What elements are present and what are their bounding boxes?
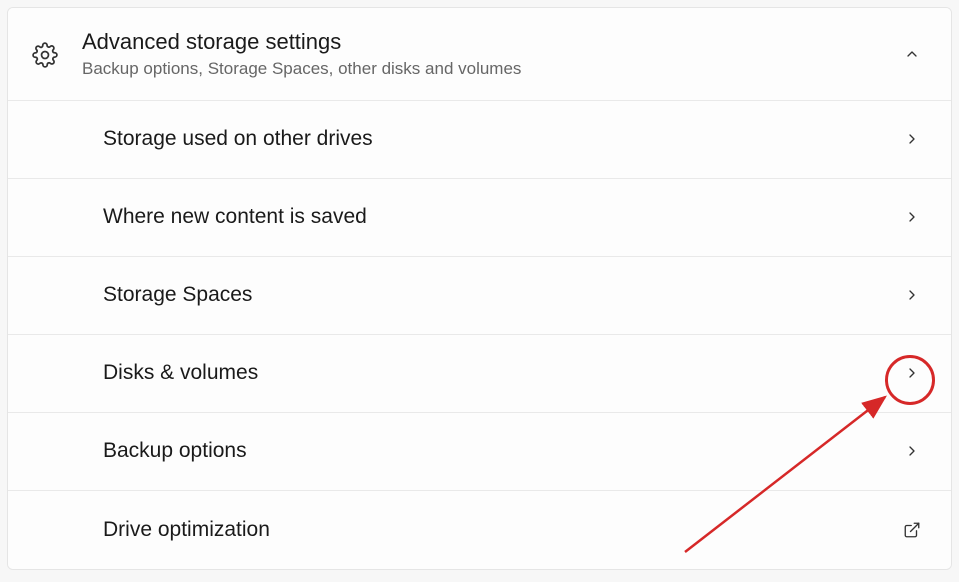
gear-icon <box>32 40 82 68</box>
advanced-storage-header[interactable]: Advanced storage settings Backup options… <box>8 8 951 101</box>
chevron-right-icon <box>897 287 927 303</box>
chevron-up-icon <box>897 46 927 62</box>
item-label: Disks & volumes <box>103 361 897 385</box>
chevron-right-icon <box>897 209 927 225</box>
chevron-right-icon <box>897 365 927 381</box>
item-drive-optimization[interactable]: Drive optimization <box>8 491 951 569</box>
header-title: Advanced storage settings <box>82 28 897 57</box>
item-where-new-content-saved[interactable]: Where new content is saved <box>8 179 951 257</box>
item-disks-volumes[interactable]: Disks & volumes <box>8 335 951 413</box>
chevron-right-icon <box>897 443 927 459</box>
advanced-storage-panel: Advanced storage settings Backup options… <box>7 7 952 570</box>
header-subtitle: Backup options, Storage Spaces, other di… <box>82 58 897 80</box>
item-label: Backup options <box>103 439 897 463</box>
item-label: Storage used on other drives <box>103 127 897 151</box>
header-text-block: Advanced storage settings Backup options… <box>82 28 897 80</box>
item-backup-options[interactable]: Backup options <box>8 413 951 491</box>
chevron-right-icon <box>897 131 927 147</box>
item-label: Where new content is saved <box>103 205 897 229</box>
item-label: Drive optimization <box>103 518 897 542</box>
item-storage-spaces[interactable]: Storage Spaces <box>8 257 951 335</box>
external-link-icon <box>897 521 927 539</box>
item-storage-used-other-drives[interactable]: Storage used on other drives <box>8 101 951 179</box>
item-label: Storage Spaces <box>103 283 897 307</box>
